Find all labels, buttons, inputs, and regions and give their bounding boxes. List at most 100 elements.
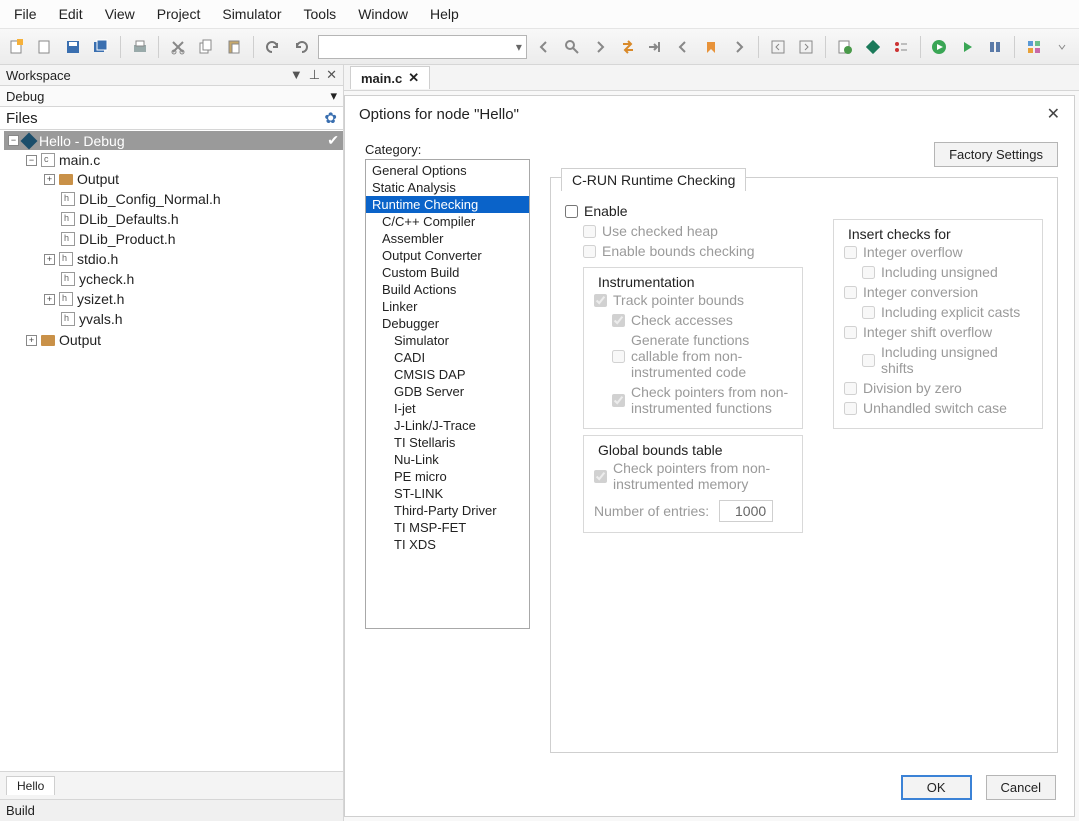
dropdown-icon[interactable]: [1051, 36, 1073, 58]
options-tab[interactable]: C-RUN Runtime Checking: [561, 168, 746, 191]
category-item[interactable]: ST-LINK: [366, 485, 529, 502]
use-checked-heap-checkbox[interactable]: Use checked heap: [583, 221, 803, 241]
incl-unsigned-shift-checkbox[interactable]: Including unsigned shifts: [862, 342, 1032, 378]
category-item[interactable]: General Options: [366, 162, 529, 179]
compile-icon[interactable]: [834, 36, 856, 58]
category-item[interactable]: Assembler: [366, 230, 529, 247]
nav-back-icon[interactable]: [533, 36, 555, 58]
check-ptr-noninstr-checkbox[interactable]: Check pointers from non-instrumented fun…: [612, 382, 792, 418]
category-item[interactable]: C/C++ Compiler: [366, 213, 529, 230]
menu-simulator[interactable]: Simulator: [218, 4, 285, 24]
dialog-close-icon[interactable]: ✕: [1047, 104, 1060, 124]
category-item[interactable]: CADI: [366, 349, 529, 366]
workspace-tab[interactable]: Hello: [6, 776, 55, 795]
bookmark-icon[interactable]: [700, 36, 722, 58]
track-pointer-checkbox[interactable]: Track pointer bounds: [594, 290, 792, 310]
print-icon[interactable]: [129, 36, 151, 58]
undo-icon[interactable]: [262, 36, 284, 58]
category-item[interactable]: TI XDS: [366, 536, 529, 553]
tree-item-dlibdef[interactable]: DLib_Defaults.h: [40, 210, 343, 228]
incl-explicit-checkbox[interactable]: Including explicit casts: [862, 302, 1032, 322]
nav-right-icon[interactable]: [795, 36, 817, 58]
save-icon[interactable]: [62, 36, 84, 58]
int-shift-checkbox[interactable]: Integer shift overflow: [844, 322, 1032, 342]
tree-item-mainc[interactable]: −main.c: [22, 151, 343, 169]
editor-tab-mainc[interactable]: main.c ✕: [350, 66, 430, 89]
new-file-icon[interactable]: [6, 36, 28, 58]
search-combo[interactable]: ▾: [318, 35, 527, 59]
menu-window[interactable]: Window: [354, 4, 412, 24]
next-bookmark-icon[interactable]: [728, 36, 750, 58]
toggle-bp-icon[interactable]: [890, 36, 912, 58]
menu-tools[interactable]: Tools: [300, 4, 341, 24]
menu-view[interactable]: View: [101, 4, 139, 24]
nav-fwd-icon[interactable]: [589, 36, 611, 58]
category-item[interactable]: Simulator: [366, 332, 529, 349]
category-list[interactable]: General OptionsStatic AnalysisRuntime Ch…: [365, 159, 530, 629]
category-item[interactable]: Output Converter: [366, 247, 529, 264]
category-item[interactable]: Linker: [366, 298, 529, 315]
panel-dropdown-icon[interactable]: ▼: [290, 67, 303, 83]
tree-item-dlibprod[interactable]: DLib_Product.h: [40, 230, 343, 248]
menu-project[interactable]: Project: [153, 4, 205, 24]
category-item[interactable]: J-Link/J-Trace: [366, 417, 529, 434]
menu-file[interactable]: File: [10, 4, 41, 24]
layout-icon[interactable]: [1023, 36, 1045, 58]
category-item[interactable]: Nu-Link: [366, 451, 529, 468]
category-item[interactable]: Debugger: [366, 315, 529, 332]
check-ptr-mem-checkbox[interactable]: Check pointers from non-instrumented mem…: [594, 458, 792, 494]
int-conversion-checkbox[interactable]: Integer conversion: [844, 282, 1032, 302]
category-item[interactable]: TI MSP-FET: [366, 519, 529, 536]
tree-item-yvals[interactable]: yvals.h: [40, 310, 343, 328]
factory-settings-button[interactable]: Factory Settings: [934, 142, 1058, 167]
category-item[interactable]: Static Analysis: [366, 179, 529, 196]
category-item[interactable]: CMSIS DAP: [366, 366, 529, 383]
save-all-icon[interactable]: [90, 36, 112, 58]
num-entries-input[interactable]: 1000: [719, 500, 773, 522]
enable-bounds-checkbox[interactable]: Enable bounds checking: [583, 241, 803, 261]
debug-no-download-icon[interactable]: [956, 36, 978, 58]
category-item[interactable]: TI Stellaris: [366, 434, 529, 451]
cancel-button[interactable]: Cancel: [986, 775, 1056, 800]
enable-checkbox[interactable]: Enable: [565, 201, 803, 221]
make-icon[interactable]: [862, 36, 884, 58]
tree-item-output1[interactable]: +Output: [40, 170, 343, 188]
tree-item-ysizet[interactable]: +ysizet.h: [40, 290, 343, 308]
div-zero-checkbox[interactable]: Division by zero: [844, 378, 1032, 398]
category-item[interactable]: Custom Build: [366, 264, 529, 281]
redo-icon[interactable]: [290, 36, 312, 58]
project-node[interactable]: − Hello - Debug ✔: [4, 131, 343, 150]
find-icon[interactable]: [561, 36, 583, 58]
replace-icon[interactable]: [617, 36, 639, 58]
tree-item-output2[interactable]: +Output: [22, 331, 343, 349]
ok-button[interactable]: OK: [901, 775, 972, 800]
files-settings-icon[interactable]: ✿: [324, 109, 337, 127]
category-item[interactable]: Third-Party Driver: [366, 502, 529, 519]
tree-item-stdio[interactable]: +stdio.h: [40, 250, 343, 268]
menu-edit[interactable]: Edit: [55, 4, 87, 24]
gen-functions-checkbox[interactable]: Generate functions callable from non-ins…: [612, 330, 792, 382]
tree-item-ycheck[interactable]: ycheck.h: [40, 270, 343, 288]
tab-close-icon[interactable]: ✕: [408, 70, 419, 86]
stop-debug-icon[interactable]: [984, 36, 1006, 58]
panel-close-icon[interactable]: ✕: [326, 67, 337, 83]
copy-icon[interactable]: [195, 36, 217, 58]
nav-left-icon[interactable]: [767, 36, 789, 58]
category-item[interactable]: PE micro: [366, 468, 529, 485]
category-item[interactable]: Build Actions: [366, 281, 529, 298]
menu-help[interactable]: Help: [426, 4, 463, 24]
tree-item-dlibcfg[interactable]: DLib_Config_Normal.h: [40, 190, 343, 208]
panel-pin-icon[interactable]: ⊥: [309, 67, 320, 83]
category-item[interactable]: GDB Server: [366, 383, 529, 400]
int-overflow-checkbox[interactable]: Integer overflow: [844, 242, 1032, 262]
cut-icon[interactable]: [167, 36, 189, 58]
category-item[interactable]: Runtime Checking: [366, 196, 529, 213]
collapse-icon[interactable]: −: [8, 135, 19, 146]
unhandled-switch-checkbox[interactable]: Unhandled switch case: [844, 398, 1032, 418]
category-item[interactable]: I-jet: [366, 400, 529, 417]
goto-icon[interactable]: [645, 36, 667, 58]
incl-unsigned-checkbox[interactable]: Including unsigned: [862, 262, 1032, 282]
config-combo[interactable]: Debug ▾: [0, 86, 343, 107]
prev-bookmark-icon[interactable]: [672, 36, 694, 58]
paste-icon[interactable]: [223, 36, 245, 58]
